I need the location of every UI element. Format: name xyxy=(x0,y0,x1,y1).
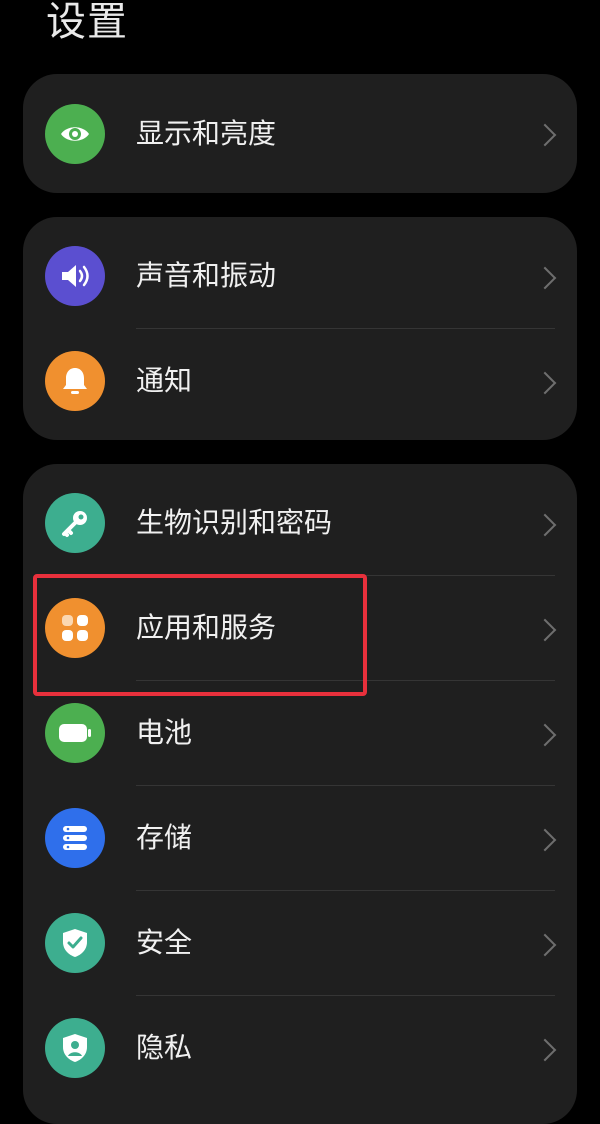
settings-group-sound: 声音和振动 通知 xyxy=(23,217,577,440)
chevron-right-icon xyxy=(533,618,557,642)
chevron-right-icon xyxy=(533,723,557,747)
storage-icon xyxy=(45,808,105,868)
chevron-right-icon xyxy=(533,513,557,537)
speaker-icon xyxy=(45,246,105,306)
settings-item-label: 存储 xyxy=(136,821,193,854)
settings-group-display: 显示和亮度 xyxy=(23,74,577,193)
settings-item-storage[interactable]: 存储 xyxy=(23,786,577,891)
shield-check-icon xyxy=(45,913,105,973)
settings-item-label: 电池 xyxy=(136,716,193,749)
settings-item-label: 安全 xyxy=(136,926,193,959)
settings-item-sound-vibration[interactable]: 声音和振动 xyxy=(23,224,577,329)
eye-icon xyxy=(45,104,105,164)
settings-item-security[interactable]: 安全 xyxy=(23,891,577,996)
settings-item-battery[interactable]: 电池 xyxy=(23,681,577,786)
settings-item-label: 显示和亮度 xyxy=(136,117,277,150)
chevron-right-icon xyxy=(533,933,557,957)
chevron-right-icon xyxy=(533,371,557,395)
settings-item-display-brightness[interactable]: 显示和亮度 xyxy=(23,81,577,186)
settings-item-label: 通知 xyxy=(136,364,193,397)
page-title: 设置 xyxy=(46,0,128,45)
settings-item-label: 声音和振动 xyxy=(136,259,277,292)
chevron-right-icon xyxy=(533,266,557,290)
bell-icon xyxy=(45,351,105,411)
settings-item-privacy[interactable]: 隐私 xyxy=(23,996,577,1101)
settings-item-biometrics-password[interactable]: 生物识别和密码 xyxy=(23,471,577,576)
privacy-shield-icon xyxy=(45,1018,105,1078)
chevron-right-icon xyxy=(533,1038,557,1062)
settings-item-label: 隐私 xyxy=(136,1031,193,1064)
highlight-box xyxy=(33,574,367,696)
settings-item-notifications[interactable]: 通知 xyxy=(23,329,577,434)
chevron-right-icon xyxy=(533,828,557,852)
settings-item-label: 生物识别和密码 xyxy=(136,506,333,539)
settings-group-system: 生物识别和密码 应用和服务 电池 存储 安全 隐私 xyxy=(23,464,577,1124)
battery-icon xyxy=(45,703,105,763)
key-icon xyxy=(45,493,105,553)
chevron-right-icon xyxy=(533,123,557,147)
